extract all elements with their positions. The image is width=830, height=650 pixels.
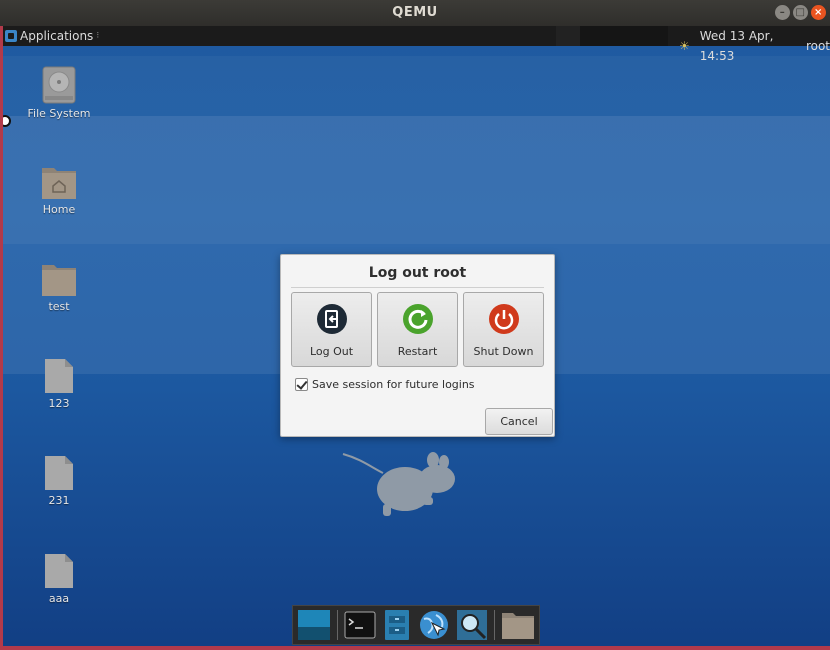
applications-menu-label: Applications [20,29,94,43]
top-panel: Applications ⁝ ☀ Wed 13 Apr, 14:53 root [3,26,830,63]
applications-menu[interactable]: Applications ⁝ [5,26,99,46]
home-folder-icon [42,168,76,199]
terminal-button[interactable] [344,608,376,642]
dock-separator [337,610,338,640]
close-button[interactable]: × [811,5,826,20]
folder-icon [502,613,534,639]
xfce-menu-icon [5,30,17,42]
vm-screen: Applications ⁝ ☀ Wed 13 Apr, 14:53 root … [3,26,830,646]
logout-icon [316,304,347,334]
file-manager-icon [385,610,409,640]
logout-dialog: Log out root Log Out Restart Shut Down S… [280,254,555,437]
desktop-icon-label: test [48,300,70,313]
desktop-band [3,116,830,244]
restart-icon [402,304,433,334]
file-icon [45,554,73,588]
drive-icon [42,66,76,104]
desktop-icon-aaa[interactable]: aaa [19,553,99,605]
clock[interactable]: Wed 13 Apr, 14:53 [700,26,796,66]
dock [292,605,540,645]
desktop-icon-test[interactable]: test [19,261,99,313]
window-title: QEMU [392,5,438,20]
desktop-icon-label: 123 [48,397,70,410]
dialog-title: Log out root [368,265,467,281]
desktop-icon-home[interactable]: Home [19,164,99,216]
desktop-icon-file-system[interactable]: File System [19,66,99,120]
menu-handle-icon: ⁝ [96,31,100,41]
desktop-icon-label: 231 [48,494,70,507]
minimize-button[interactable]: – [775,5,790,20]
web-browser-button[interactable] [418,608,450,642]
file-icon [45,359,73,393]
desktop-icon-123[interactable]: 123 [19,358,99,410]
show-desktop-icon [298,610,330,640]
cancel-button[interactable]: Cancel [485,408,553,435]
save-session-label: Save session for future logins [312,378,475,391]
weather-icon[interactable]: ☀ [679,36,690,56]
window-frame-bottom [0,646,830,650]
log-out-label: Log Out [309,345,354,358]
desktop-icon-label: File System [27,107,91,120]
folder-icon [42,265,76,296]
app-finder-icon [457,610,488,640]
desktop-icon-231[interactable]: 231 [19,455,99,507]
file-icon [45,456,73,490]
save-session-checkbox[interactable] [295,378,308,391]
file-manager-button[interactable] [382,608,412,642]
workspace-switcher[interactable] [556,26,668,46]
desktop-icon-label: aaa [48,592,70,605]
maximize-button[interactable]: □ [793,5,808,20]
divider [291,287,544,288]
show-desktop-button[interactable] [297,608,331,642]
dock-separator [494,610,495,640]
power-icon [488,304,519,334]
shut-down-label: Shut Down [473,345,534,358]
terminal-icon [344,611,376,639]
user-menu[interactable]: root [806,36,830,56]
shut-down-button[interactable]: Shut Down [463,292,544,367]
host-window-titlebar: QEMU – □ × [0,0,830,26]
save-session-row[interactable]: Save session for future logins [295,378,475,391]
log-out-button[interactable]: Log Out [291,292,372,367]
xfce-mouse-logo [342,452,455,516]
folder-button[interactable] [501,608,535,642]
restart-button[interactable]: Restart [377,292,458,367]
app-finder-button[interactable] [456,608,488,642]
desktop-icon-label: Home [42,203,76,216]
restart-label: Restart [397,345,438,358]
web-browser-icon [420,611,449,639]
